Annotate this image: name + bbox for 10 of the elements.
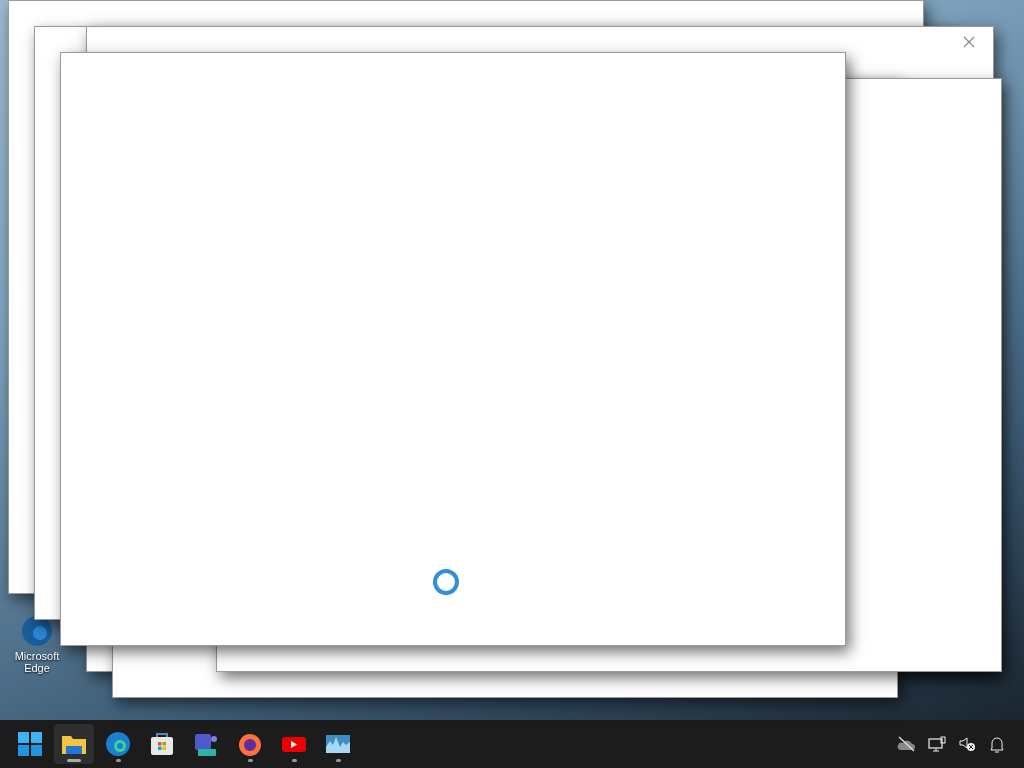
- desktop-icon-label[interactable]: Microsoft Edge: [7, 650, 67, 674]
- taskbar-button[interactable]: [54, 724, 94, 764]
- store-icon: [149, 731, 175, 757]
- notification-bell-icon[interactable]: [988, 735, 1006, 753]
- start-icon: [17, 731, 43, 757]
- close-icon[interactable]: [963, 36, 975, 48]
- loading-spinner-icon: [432, 568, 460, 596]
- cloud-off-icon[interactable]: [896, 736, 916, 752]
- network-icon[interactable]: [928, 735, 946, 753]
- volume-muted-icon[interactable]: [958, 736, 976, 752]
